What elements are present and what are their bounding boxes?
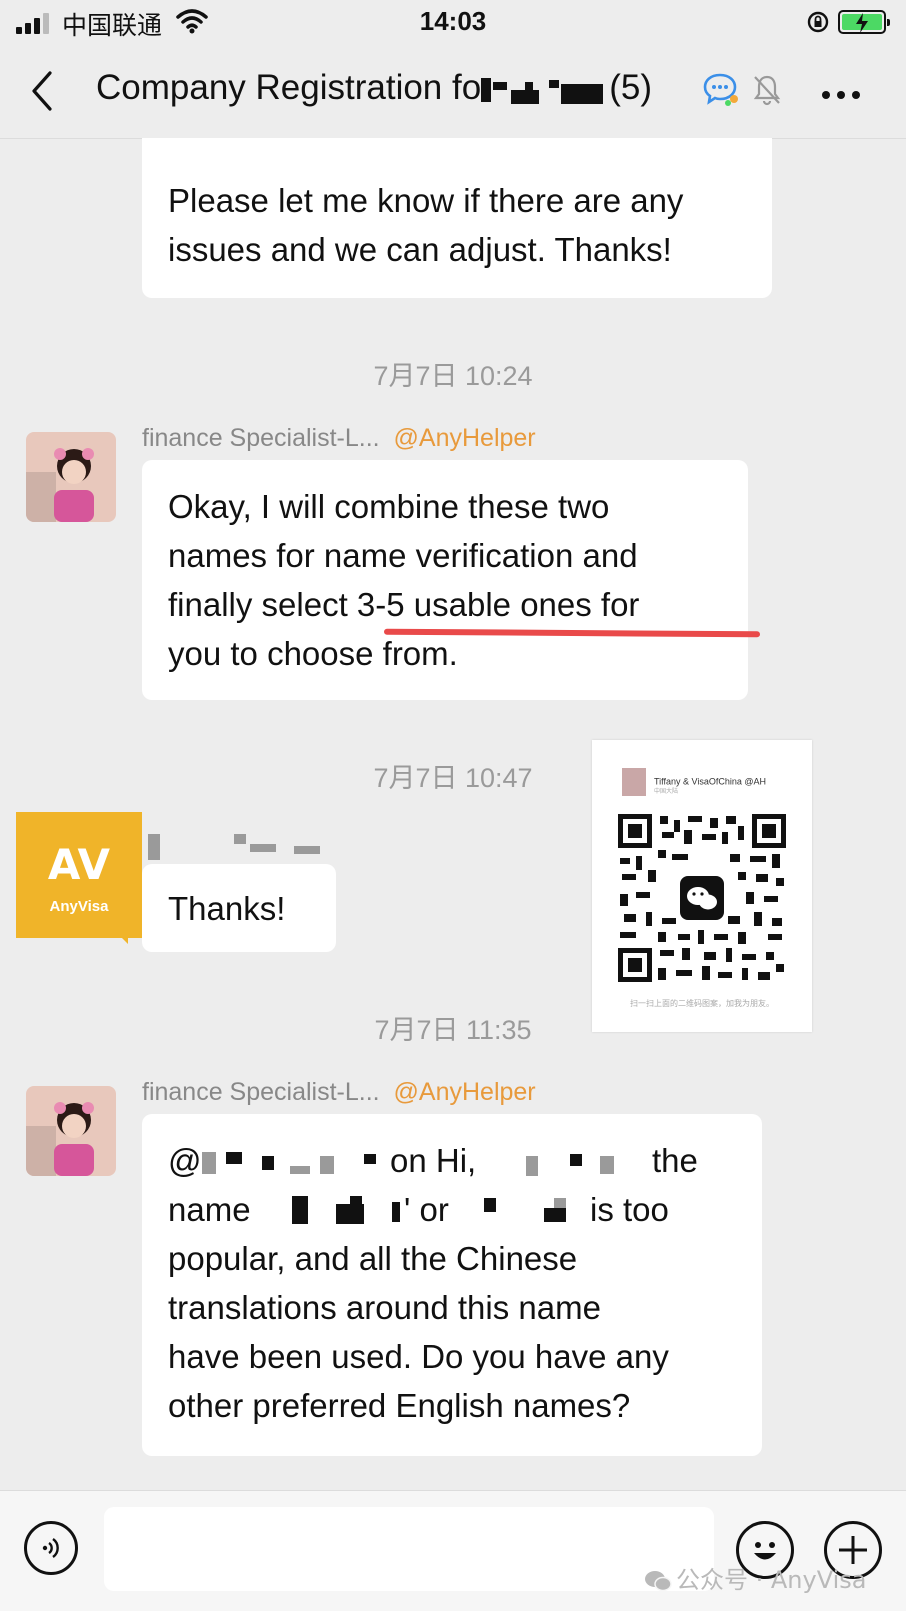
message-fragment: the	[652, 1142, 698, 1179]
message-fragment: is too	[590, 1191, 669, 1228]
qr-card-header: Tiffany & VisaOfChina @AH 中国大陆	[622, 768, 766, 796]
status-bar: 中国联通 14:03	[0, 0, 906, 46]
battery-icon	[838, 10, 890, 34]
message-fragment: ' or	[404, 1191, 449, 1228]
qr-code-icon	[618, 814, 786, 982]
clock: 14:03	[419, 6, 487, 36]
message-fragment: name	[168, 1191, 251, 1228]
message-bubble-2: Okay, I will combine these two names for…	[142, 460, 748, 700]
sender-label: finance Specialist-L...	[142, 1078, 380, 1106]
sender-name: finance Specialist-L... @AnyHelper	[142, 424, 536, 453]
message-bubble-1: Please let me know if there are any issu…	[142, 138, 772, 298]
sender-label: finance Specialist-L...	[142, 424, 380, 452]
message-line: Thanks!	[168, 890, 286, 927]
rotation-lock-icon	[807, 11, 829, 33]
wechat-icon	[645, 1571, 672, 1592]
avatar-photo-icon	[26, 432, 116, 522]
member-count: (5)	[609, 68, 652, 107]
message-line: translations around this name	[168, 1289, 601, 1326]
message-line: names for name verification and	[168, 537, 638, 574]
voice-icon[interactable]	[24, 1521, 78, 1575]
sender-tag: @AnyHelper	[393, 1078, 536, 1106]
qr-card-name: Tiffany & VisaOfChina @AH	[654, 776, 767, 787]
message-input[interactable]	[104, 1507, 714, 1591]
anyvisa-brand-text: AnyVisa	[49, 898, 109, 915]
sender-name: finance Specialist-L... @AnyHelper	[142, 1078, 536, 1107]
message-fragment: on Hi,	[390, 1142, 477, 1179]
message-line: popular, and all the Chinese	[168, 1240, 578, 1277]
redacted-name	[481, 76, 609, 104]
chat-title[interactable]: Company Registration fo (5)	[96, 68, 652, 108]
message-bubble-3: Thanks!	[142, 864, 336, 952]
qr-code-card: Tiffany & VisaOfChina @AH 中国大陆 扫一扫上面的二维码…	[592, 740, 812, 1032]
message-line: Okay, I will combine these two	[168, 488, 610, 525]
message-line: issues and we can adjust. Thanks!	[168, 231, 672, 268]
qr-card-sub: 中国大陆	[654, 789, 679, 795]
more-icon[interactable]	[822, 86, 867, 104]
message-line: name ' or is too	[168, 1185, 736, 1234]
message-line: finally select 3-5 usable ones for	[168, 586, 640, 623]
message-line: @ on Hi, the	[168, 1136, 736, 1185]
message-bubble-4: @ on Hi, the name ' or is too popular, a…	[142, 1114, 762, 1456]
chat-header: Company Registration fo (5)	[0, 46, 906, 139]
message-line: have been used. Do you have any	[168, 1338, 669, 1375]
timestamp-3: 7月7日 11:35	[374, 1015, 532, 1045]
bell-muted-icon	[753, 75, 781, 106]
qr-card-avatar	[622, 768, 646, 796]
avatar[interactable]	[26, 432, 116, 522]
anyvisa-logo-text: AV	[47, 840, 111, 889]
message-fragment: @	[168, 1142, 202, 1179]
chat-bubble-icon[interactable]	[702, 72, 740, 108]
message-line: Please let me know if there are any	[168, 182, 684, 219]
message-line: other preferred English names?	[168, 1387, 631, 1424]
watermark-text: 公众号 · AnyVisa	[676, 1566, 867, 1594]
back-chevron-icon[interactable]	[30, 70, 54, 112]
avatar[interactable]	[26, 1086, 116, 1176]
anyvisa-avatar[interactable]: AV AnyVisa	[16, 812, 142, 944]
chat-title-text: Company Registration fo	[96, 68, 482, 107]
watermark: 公众号 · AnyVisa	[644, 1560, 867, 1595]
sender-tag: @AnyHelper	[393, 424, 536, 452]
avatar-photo-icon	[26, 1086, 116, 1176]
timestamp-1: 7月7日 10:24	[373, 361, 533, 391]
